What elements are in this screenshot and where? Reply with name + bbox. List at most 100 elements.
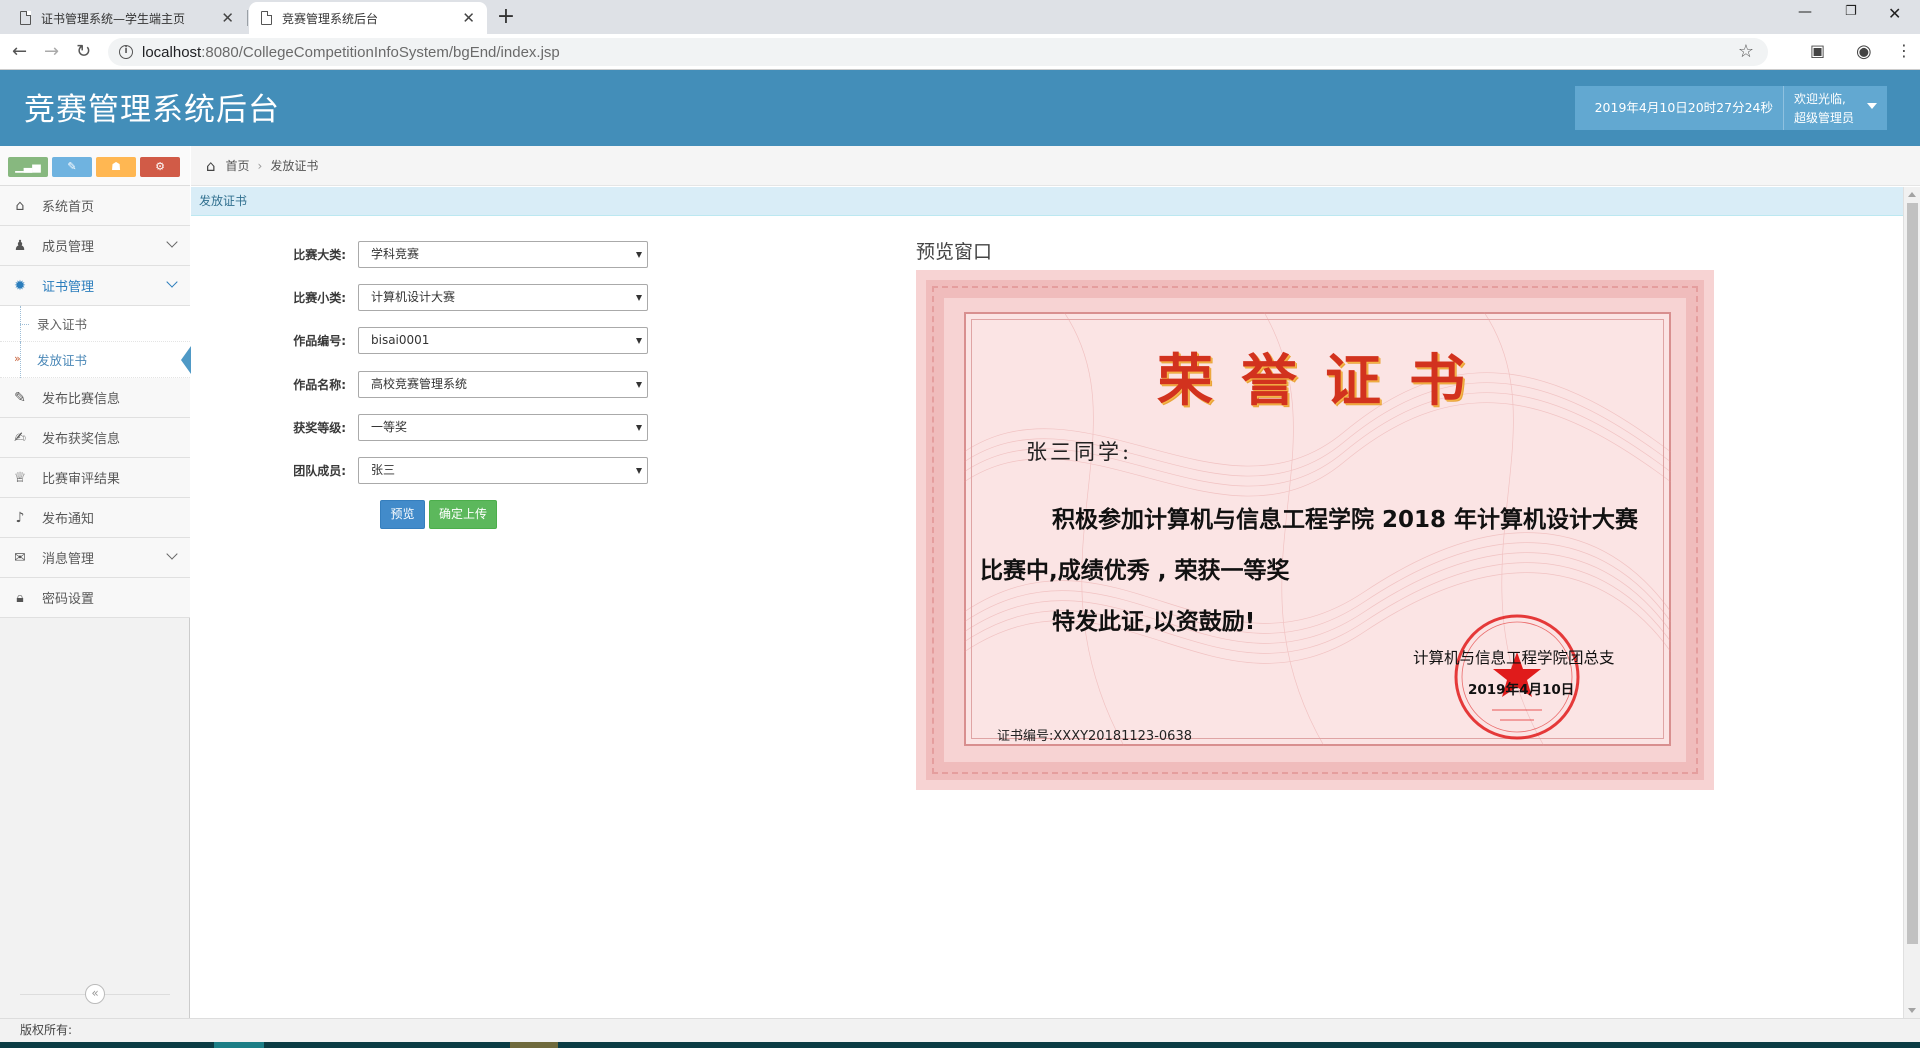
profile-icon[interactable]: ◉ [1856,41,1872,62]
dropdown-arrow-icon [636,467,642,474]
document-icon [261,11,272,25]
certificate-text-line1: 积极参加计算机与信息工程学院 2018 年计算机设计大赛 [1052,507,1639,533]
sidebar-item-home[interactable]: ⌂ 系统首页 [0,186,190,226]
home-icon[interactable]: ⌂ [206,157,216,175]
page-scrollbar[interactable] [1903,187,1920,1018]
collapse-sidebar-button[interactable]: « [85,984,105,1004]
sidebar-item-notices[interactable]: ♪ 发布通知 [0,498,190,538]
user-menu[interactable]: 欢迎光临, 超级管理员 [1783,86,1887,130]
close-tab-icon[interactable]: ✕ [221,9,234,27]
bookmark-star-icon[interactable]: ☆ [1738,41,1754,62]
tab-title: 竞赛管理系统后台 [282,11,379,26]
address-bar-row: ← → ↻ i localhost:8080/CollegeCompetitio… [0,34,1920,70]
dropdown-arrow-icon [636,251,642,258]
official-seal [1454,614,1580,740]
os-taskbar [0,1042,1920,1048]
field-label: 作品编号: [293,333,346,348]
chevron-down-icon [166,236,178,248]
breadcrumb-current: 发放证书 [270,159,319,173]
close-tab-icon[interactable]: ✕ [462,9,475,27]
dropdown-arrow-icon [636,337,642,344]
tab-title: 证书管理系统—学生端主页 [41,11,186,26]
back-arrow-icon[interactable]: ← [12,41,27,62]
certificate-recipient: 张三同学: [1026,440,1133,464]
url-text: localhost:8080/CollegeCompetitionInfoSys… [142,44,560,61]
work-name-select[interactable]: 高校竞赛管理系统 [358,370,648,398]
sidebar-item-members[interactable]: ♟ 成员管理 [0,226,190,266]
chevron-down-icon [166,548,178,560]
sidebar-item-publish-awards[interactable]: ✍ 发布获奖信息 [0,418,190,458]
certificate-text-line3: 特发此证,以资鼓励! [1052,609,1256,635]
form-row-award-level: 获奖等级: 一等奖 [258,413,648,441]
tree-dash [20,324,29,325]
preview-button[interactable]: 预览 [380,500,425,529]
taskbar-app[interactable] [510,1042,558,1048]
sidebar-item-review-results[interactable]: ♕ 比赛审评结果 [0,458,190,498]
app-title: 竞赛管理系统后台 [24,92,280,128]
certificate-number: 证书编号:XXXY20181123-0638 [997,729,1192,744]
scroll-down-icon[interactable] [1908,1008,1916,1013]
taskbar-app[interactable] [214,1042,264,1048]
footer: 版权所有: [0,1018,1920,1042]
menu-dots-icon[interactable]: ⋮ [1896,41,1912,60]
team-members-select[interactable]: 张三 [358,456,648,484]
browser-tab-admin[interactable]: 竞赛管理系统后台 ✕ [249,2,487,34]
shortcut-settings-button[interactable]: ⚙ [140,157,180,177]
sidebar-item-password[interactable]: 🔒︎ 密码设置 [0,578,190,618]
work-id-select[interactable]: bisai0001 [358,326,648,354]
certificate-text-line2: 比赛中,成绩优秀 , 荣获一等奖 [980,558,1290,584]
dropdown-arrow-icon [636,424,642,431]
site-info-icon[interactable]: i [119,45,133,59]
url-bar[interactable]: i localhost:8080/CollegeCompetitionInfoS… [108,38,1768,66]
certificate-date: 2019年4月10日 [1468,682,1575,698]
browser-tab-student[interactable]: 证书管理系统—学生端主页 ✕ [8,2,246,34]
sidebar: ▁▃▅ ✎ ☗ ⚙ ⌂ 系统首页 ♟ 成员管理 ✹ 证书管理 录入证书 » 发放… [0,146,191,1018]
breadcrumb-separator: › [257,158,263,173]
sidebar-subitem-enter-certificate[interactable]: 录入证书 [0,306,190,342]
forward-arrow-icon[interactable]: → [44,41,59,62]
upload-button[interactable]: 确定上传 [429,500,497,529]
dropdown-arrow-icon [636,381,642,388]
home-icon: ⌂ [15,197,25,214]
certificate-preview: 荣誉证书 张三同学: 积极参加计算机与信息工程学院 2018 年计算机设计大赛 … [916,270,1714,790]
document-icon [20,11,31,25]
app-header: 竞赛管理系统后台 2019年4月10日20时27分24秒 欢迎光临, 超级管理员 [0,70,1920,146]
form-row-work-id: 作品编号: bisai0001 [258,326,648,354]
field-label: 获奖等级: [293,420,346,435]
panel-header: 发放证书 [191,187,1920,216]
shortcut-edit-button[interactable]: ✎ [52,157,92,177]
sidebar-item-certificates[interactable]: ✹ 证书管理 [0,266,190,306]
close-window-icon[interactable]: ✕ [1888,4,1901,23]
shortcut-users-button[interactable]: ☗ [96,157,136,177]
datetime-display: 2019年4月10日20时27分24秒 [1575,86,1785,130]
certificate-heading: 荣誉证书 [1157,348,1493,414]
breadcrumb-home-link[interactable]: 首页 [226,157,250,174]
form-row-subcategory: 比赛小类: 计算机设计大赛 [258,283,648,311]
new-tab-button[interactable]: + [493,5,519,31]
restore-icon[interactable]: ❐ [1845,4,1857,19]
browser-tab-bar: 证书管理系统—学生端主页 ✕ 竞赛管理系统后台 ✕ + — ❐ ✕ [0,0,1920,34]
preview-window-title: 预览窗口 [916,241,993,263]
reload-icon[interactable]: ↻ [76,41,91,62]
form-row-category: 比赛大类: 学科竞赛 [258,240,648,268]
sidebar-item-messages[interactable]: ✉ 消息管理 [0,538,190,578]
bell-icon: ♪ [15,509,25,526]
tab-separator [247,10,248,26]
minimize-icon[interactable]: — [1798,4,1812,20]
shortcut-stats-button[interactable]: ▁▃▅ [8,157,48,177]
scrollbar-thumb[interactable] [1907,203,1918,944]
field-label: 比赛小类: [293,290,346,305]
field-label: 团队成员: [293,463,346,478]
active-marker [181,346,191,374]
sidebar-collapse: « [0,984,190,1004]
sidebar-shortcuts: ▁▃▅ ✎ ☗ ⚙ [0,146,190,186]
category-select[interactable]: 学科竞赛 [358,240,648,268]
sidebar-item-publish-competition[interactable]: ✎ 发布比赛信息 [0,378,190,418]
scroll-up-icon[interactable] [1908,192,1916,197]
caret-down-icon [1867,103,1877,109]
sidebar-subitem-issue-certificate[interactable]: » 发放证书 [0,342,191,378]
subcategory-select[interactable]: 计算机设计大赛 [358,283,648,311]
extension-icon[interactable]: ▣ [1810,41,1825,60]
award-level-select[interactable]: 一等奖 [358,413,648,441]
trophy-icon: ♕ [13,469,27,486]
